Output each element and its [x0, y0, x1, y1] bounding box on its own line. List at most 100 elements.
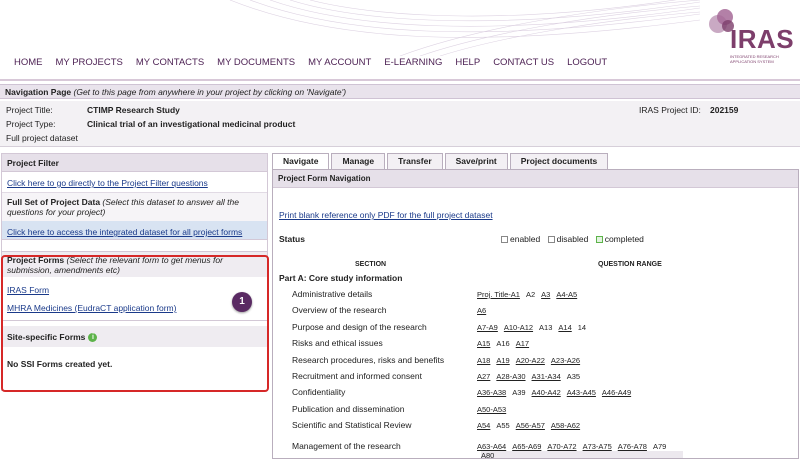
question-range-link[interactable]: A76-A78 [618, 442, 647, 451]
section-name: Administrative details [292, 289, 373, 299]
navigation-page-bar: Navigation Page (Get to this page from a… [0, 84, 800, 99]
question-range-link[interactable]: Proj. Title-A1 [477, 290, 520, 299]
question-range-link[interactable]: A58-A62 [551, 421, 580, 430]
section-name: Research procedures, risks and benefits [292, 355, 445, 365]
col-range: QUESTION RANGE [598, 261, 662, 268]
question-range: A18 A19 A20-A22 A23-A26 [477, 356, 586, 365]
status-completed: completed [604, 234, 644, 244]
question-range-link[interactable]: A43-A45 [567, 388, 596, 397]
section-name: Purpose and design of the research [292, 322, 427, 332]
full-set-section: Full Set of Project Data (Select this da… [2, 193, 267, 221]
question-range: A36-A38 A39 A40-A42 A43-A45 A46-A49 [477, 388, 637, 397]
project-id-label: IRAS Project ID: [639, 105, 701, 115]
question-range-link[interactable]: A6 [477, 306, 486, 315]
part-a-heading: Part A: Core study information [279, 273, 403, 283]
status-legend: enabled disabled completed [501, 234, 644, 244]
navigation-page-title: Navigation Page [5, 87, 72, 97]
question-range-item: A80 [481, 451, 495, 459]
question-range-link[interactable]: A17 [516, 339, 529, 348]
question-range-link[interactable]: A73-A75 [583, 442, 612, 451]
full-set-title: Full Set of Project Data [7, 197, 101, 207]
project-type-value: Clinical trial of an investigational med… [87, 119, 296, 129]
nav-contact-us[interactable]: CONTACT US [493, 57, 554, 68]
question-range: A7-A9 A10-A12 A13 A14 14 [477, 323, 592, 332]
info-icon[interactable]: i [88, 333, 98, 343]
question-range: A27 A28-A30 A31-A34 A35 [477, 372, 586, 381]
question-range-link[interactable]: A15 [477, 339, 490, 348]
nav-my-account[interactable]: MY ACCOUNT [308, 57, 371, 68]
nav-my-contacts[interactable]: MY CONTACTS [136, 57, 204, 68]
question-range-link[interactable]: A63-A64 [477, 442, 506, 451]
question-range-link[interactable]: A65-A69 [512, 442, 541, 451]
question-range-link[interactable]: A31-A34 [532, 372, 561, 381]
no-ssi-text: No SSI Forms created yet. [7, 359, 113, 369]
nav-help[interactable]: HELP [455, 57, 480, 68]
question-range-link[interactable]: A28-A30 [496, 372, 525, 381]
header: IRAS INTEGRATED RESEARCH APPLICATION SYS… [0, 0, 800, 80]
section-name: Risks and ethical issues [292, 338, 383, 348]
nav-my-projects[interactable]: MY PROJECTS [56, 57, 123, 68]
step-badge: 1 [232, 292, 252, 312]
question-range: A50-A53 [477, 405, 512, 414]
disabled-swatch [547, 236, 555, 244]
iras-logo[interactable]: IRAS INTEGRATED RESEARCH APPLICATION SYS… [700, 2, 800, 76]
tab-transfer[interactable]: Transfer [387, 153, 443, 169]
question-range-link[interactable]: A27 [477, 372, 490, 381]
question-range-item: A16 [496, 339, 510, 348]
question-range-link[interactable]: A19 [496, 356, 509, 365]
question-range-link[interactable]: A20-A22 [516, 356, 545, 365]
project-forms-title: Project Forms [7, 255, 65, 265]
enabled-swatch [501, 236, 508, 244]
logo-subtitle: INTEGRATED RESEARCH APPLICATION SYSTEM [730, 54, 779, 64]
project-form-navigation-heading: Project Form Navigation [273, 170, 798, 188]
question-range-link[interactable]: A50-A53 [477, 405, 506, 414]
question-range-link[interactable]: A4-A5 [556, 290, 577, 299]
tab-save-print[interactable]: Save/print [444, 153, 508, 169]
nav-my-documents[interactable]: MY DOCUMENTS [217, 57, 295, 68]
question-range-link[interactable]: A7-A9 [477, 323, 498, 332]
project-type-label: Project Type: [6, 119, 56, 129]
left-panel: Project Filter Click here to go directly… [1, 153, 268, 391]
question-range-item: A39 [512, 388, 526, 397]
question-range-link[interactable]: A54 [477, 421, 490, 430]
print-pdf-link[interactable]: Print blank reference only PDF for the f… [279, 210, 493, 220]
iras-form-row: IRAS Form [2, 277, 267, 299]
question-range-link[interactable]: A14 [558, 323, 571, 332]
question-range-link[interactable]: A46-A49 [602, 388, 631, 397]
question-range-link[interactable]: A23-A26 [551, 356, 580, 365]
status-disabled: disabled [556, 234, 589, 244]
question-range-link[interactable]: A40-A42 [532, 388, 561, 397]
question-range-link[interactable]: A3 [541, 290, 550, 299]
tab-bar: Navigate Manage Transfer Save/print Proj… [272, 153, 610, 169]
project-id-value: 202159 [710, 105, 739, 115]
question-range-link[interactable]: A70-A72 [547, 442, 576, 451]
question-range-link[interactable]: A36-A38 [477, 388, 506, 397]
iras-form-link[interactable]: IRAS Form [7, 285, 262, 295]
mhra-form-link[interactable]: MHRA Medicines (EudraCT application form… [7, 303, 262, 313]
project-info: Project Title: CTIMP Research Study Proj… [0, 101, 800, 147]
project-filter-link[interactable]: Click here to go directly to the Project… [7, 178, 262, 188]
tab-project-documents[interactable]: Project documents [509, 153, 609, 169]
question-range-item: A13 [539, 323, 553, 332]
integrated-dataset-link[interactable]: Click here to access the integrated data… [7, 227, 262, 237]
main-nav: HOME MY PROJECTS MY CONTACTS MY DOCUMENT… [14, 57, 607, 68]
section-name: Confidentiality [292, 387, 346, 397]
question-range-link[interactable]: A18 [477, 356, 490, 365]
project-dataset: Full project dataset [6, 133, 78, 143]
status-label: Status [279, 234, 305, 244]
tab-navigate[interactable]: Navigate [272, 153, 330, 169]
nav-home[interactable]: HOME [14, 57, 43, 68]
project-title-label: Project Title: [6, 105, 53, 115]
question-range: A63-A64 A65-A69 A70-A72 A73-A75 A76-A78 A79 [477, 442, 672, 451]
site-specific-title: Site-specific Forms [7, 332, 86, 342]
nav-e-learning[interactable]: E-LEARNING [384, 57, 442, 68]
nav-logout[interactable]: LOGOUT [567, 57, 607, 68]
completed-swatch [595, 236, 603, 244]
tab-manage[interactable]: Manage [331, 153, 386, 169]
question-range-item: A79 [652, 442, 667, 451]
question-range-item: A55 [496, 421, 510, 430]
site-specific-header: Site-specific Forms i [2, 326, 267, 347]
project-filter-section: Click here to go directly to the Project… [2, 172, 267, 193]
question-range-link[interactable]: A10-A12 [504, 323, 533, 332]
question-range-link[interactable]: A56-A57 [516, 421, 545, 430]
